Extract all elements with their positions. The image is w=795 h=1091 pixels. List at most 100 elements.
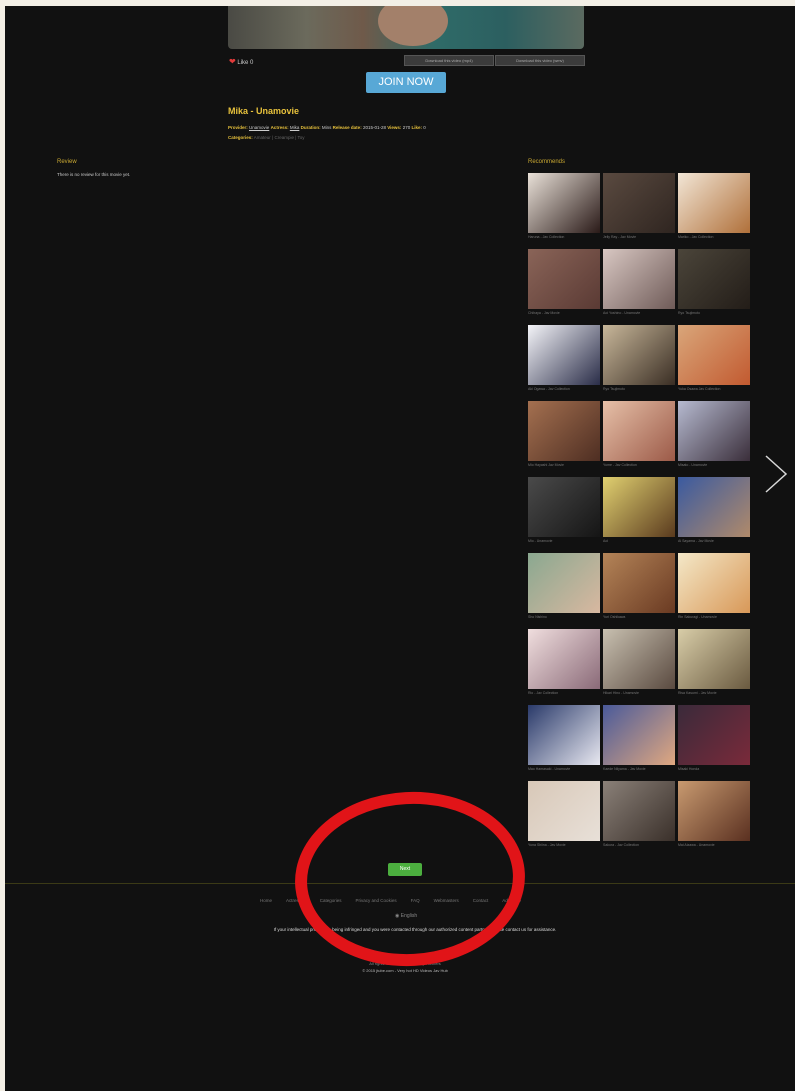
recommend-caption[interactable]: Sakura - Jav Collection [603, 843, 675, 847]
like-button[interactable]: ❤ Like 0 [229, 57, 253, 66]
recommend-caption[interactable]: Misato - Unamovie [678, 463, 750, 467]
actress-link[interactable]: Mika [290, 125, 300, 130]
recommend-caption[interactable]: Risa Kasumi - Jav Movie [678, 691, 750, 695]
recommend-thumbnail[interactable] [678, 249, 750, 309]
categories-links[interactable]: Amateur | Creampie | Toy [254, 135, 305, 140]
recommend-thumbnail[interactable] [528, 477, 600, 537]
recommend-caption[interactable]: Haruna - Jav Collection [528, 235, 600, 239]
recommend-thumbnail[interactable] [528, 249, 600, 309]
recommend-thumbnail[interactable] [528, 553, 600, 613]
recommend-item[interactable]: Sakura - Jav Collection [603, 781, 675, 847]
recommend-thumbnail[interactable] [678, 173, 750, 233]
recommend-item[interactable]: Jelly Ray - Jav Movie [603, 173, 675, 239]
recommend-thumbnail[interactable] [603, 325, 675, 385]
video-player[interactable] [228, 6, 584, 49]
recommend-caption[interactable]: Ai Sayama - Jav Movie [678, 539, 750, 543]
recommend-thumbnail[interactable] [528, 173, 600, 233]
recommend-thumbnail[interactable] [678, 325, 750, 385]
recommend-item[interactable]: Mai Aizawa - Unamovie [678, 781, 750, 847]
recommend-item[interactable]: Hikari Hino - Unamovie [603, 629, 675, 695]
recommend-thumbnail[interactable] [603, 781, 675, 841]
footer-link[interactable]: Contact [473, 898, 489, 903]
recommend-caption[interactable]: Yuri Oshikawa [603, 615, 675, 619]
recommend-item[interactable]: Mariko - Jav Collection [678, 173, 750, 239]
recommend-caption[interactable]: Hikari Hino - Unamovie [603, 691, 675, 695]
recommend-item[interactable]: Misato - Unamovie [678, 401, 750, 467]
recommend-thumbnail[interactable] [603, 553, 675, 613]
recommend-thumbnail[interactable] [603, 629, 675, 689]
recommend-thumbnail[interactable] [678, 705, 750, 765]
recommend-item[interactable]: Risa Kasumi - Jav Movie [678, 629, 750, 695]
recommend-item[interactable]: Aki Ogawa - Jav Collection [528, 325, 600, 391]
recommend-item[interactable]: Ai Sayama - Jav Movie [678, 477, 750, 543]
footer-link[interactable]: Home [260, 898, 272, 903]
recommend-thumbnail[interactable] [603, 705, 675, 765]
recommend-caption[interactable]: Mio - Unamovie [528, 539, 600, 543]
recommend-thumbnail[interactable] [528, 705, 600, 765]
join-now-button[interactable]: JOIN NOW [366, 72, 446, 93]
recommend-item[interactable]: Yuna Shiina - Jav Movie [528, 781, 600, 847]
footer-link[interactable]: Advertise [502, 898, 521, 903]
recommend-caption[interactable]: Aoi Yoshino - Unamovie [603, 311, 675, 315]
download-button-1[interactable]: Download this video (mp4) [404, 55, 494, 66]
recommend-thumbnail[interactable] [678, 477, 750, 537]
recommend-caption[interactable]: Sho Nishino [528, 615, 600, 619]
recommend-item[interactable]: Ryo Tsujimoto [603, 325, 675, 391]
recommend-caption[interactable]: Mariko - Jav Collection [678, 235, 750, 239]
recommend-caption[interactable]: Jelly Ray - Jav Movie [603, 235, 675, 239]
footer-link[interactable]: FAQ [411, 898, 420, 903]
recommend-thumbnail[interactable] [528, 401, 600, 461]
recommend-caption[interactable]: Ryo Tsujimoto [678, 311, 750, 315]
recommend-caption[interactable]: Ryo Tsujimoto [603, 387, 675, 391]
recommend-caption[interactable]: Mio Hayashi Jav Movie [528, 463, 600, 467]
recommend-caption[interactable]: Yume - Jav Collection [603, 463, 675, 467]
recommend-caption[interactable]: Aoi [603, 539, 675, 543]
recommend-item[interactable]: Mio - Unamovie [528, 477, 600, 543]
recommend-thumbnail[interactable] [528, 781, 600, 841]
recommend-thumbnail[interactable] [678, 553, 750, 613]
recommend-item[interactable]: Haruna - Jav Collection [528, 173, 600, 239]
recommend-thumbnail[interactable] [528, 629, 600, 689]
footer-link[interactable]: Webmasters [434, 898, 459, 903]
recommend-thumbnail[interactable] [678, 401, 750, 461]
recommend-caption[interactable]: Yuka Osawa Jav Collection [678, 387, 750, 391]
language-selector[interactable]: ◉ English [395, 913, 417, 919]
recommend-caption[interactable]: Rio - Jav Collection [528, 691, 600, 695]
recommend-item[interactable]: Rio - Jav Collection [528, 629, 600, 695]
recommend-thumbnail[interactable] [678, 781, 750, 841]
recommend-item[interactable]: Chihaya - Jav Movie [528, 249, 600, 315]
recommend-caption[interactable]: Chihaya - Jav Movie [528, 311, 600, 315]
footer-link[interactable]: Categories [320, 898, 342, 903]
recommend-item[interactable]: Mao Hamasaki - Unamovie [528, 705, 600, 771]
recommend-item[interactable]: Yuka Osawa Jav Collection [678, 325, 750, 391]
recommend-item[interactable]: Ryo Tsujimoto [678, 249, 750, 315]
recommend-caption[interactable]: Mao Hamasaki - Unamovie [528, 767, 600, 771]
recommend-thumbnail[interactable] [603, 477, 675, 537]
footer-link[interactable]: Actresses [286, 898, 306, 903]
recommend-caption[interactable]: Kaede Niiyama - Jav Movie [603, 767, 675, 771]
recommend-caption[interactable]: Misaki Honda [678, 767, 750, 771]
recommend-caption[interactable]: Mai Aizawa - Unamovie [678, 843, 750, 847]
chevron-right-icon[interactable] [760, 454, 790, 494]
recommend-item[interactable]: Misaki Honda [678, 705, 750, 771]
footer-link[interactable]: Privacy and Cookies [356, 898, 397, 903]
recommend-thumbnail[interactable] [603, 401, 675, 461]
recommend-thumbnail[interactable] [678, 629, 750, 689]
recommend-item[interactable]: Mio Hayashi Jav Movie [528, 401, 600, 467]
recommend-thumbnail[interactable] [603, 173, 675, 233]
recommend-thumbnail[interactable] [528, 325, 600, 385]
recommend-item[interactable]: Aoi Yoshino - Unamovie [603, 249, 675, 315]
recommend-item[interactable]: Rin Sakuragi - Unamovie [678, 553, 750, 619]
recommend-thumbnail[interactable] [603, 249, 675, 309]
recommend-caption[interactable]: Aki Ogawa - Jav Collection [528, 387, 600, 391]
recommend-item[interactable]: Sho Nishino [528, 553, 600, 619]
recommend-caption[interactable]: Yuna Shiina - Jav Movie [528, 843, 600, 847]
recommend-caption[interactable]: Rin Sakuragi - Unamovie [678, 615, 750, 619]
recommend-item[interactable]: Yume - Jav Collection [603, 401, 675, 467]
next-button[interactable]: Next [388, 863, 422, 876]
download-button-2[interactable]: Download this video (wmv) [495, 55, 585, 66]
recommend-item[interactable]: Kaede Niiyama - Jav Movie [603, 705, 675, 771]
provider-link[interactable]: Unamovie [249, 125, 269, 130]
recommend-item[interactable]: Yuri Oshikawa [603, 553, 675, 619]
recommend-item[interactable]: Aoi [603, 477, 675, 543]
